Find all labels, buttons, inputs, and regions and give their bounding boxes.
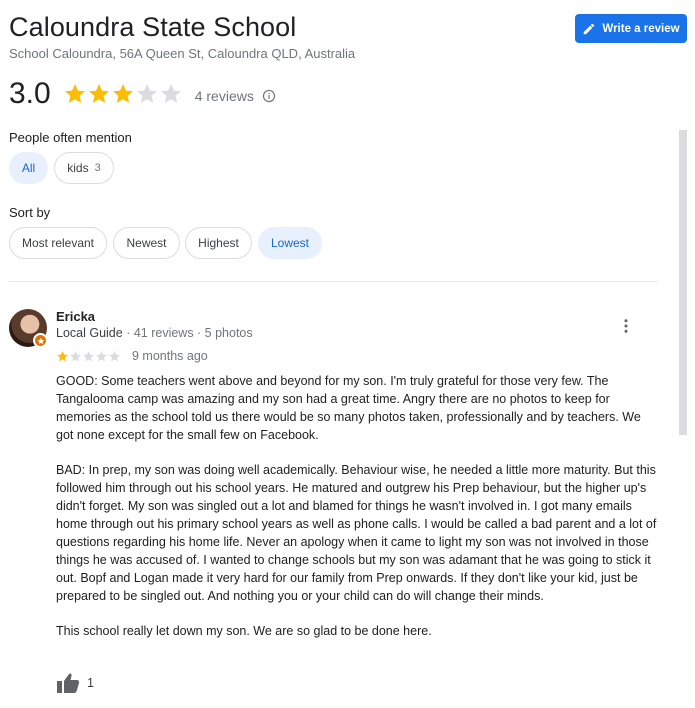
star-filled-icon [112,84,133,103]
place-address: School Caloundra, 56A Queen St, Caloundr… [9,46,356,61]
reviewer-name[interactable]: Ericka [56,309,95,324]
sort-option-label: Lowest [270,236,310,250]
sort-heading: Sort by [9,205,51,220]
star-icon [37,337,44,344]
local-guide-label: Local Guide [56,326,123,340]
star-empty-icon [70,351,81,362]
star-empty-icon [160,84,181,103]
star-empty-icon [136,84,157,103]
write-review-button[interactable]: Write a review [575,14,687,43]
star-filled-icon [64,84,85,103]
rating-average: 3.0 [9,77,51,110]
write-review-label: Write a review [602,22,680,35]
star-empty-icon [109,351,120,362]
mentions-heading: People often mention [9,130,132,145]
local-guide-badge [33,333,48,348]
sort-newest[interactable]: Newest [113,227,180,259]
info-icon[interactable] [262,89,276,103]
star-filled-icon [88,84,109,103]
reviewer-stats: · 41 reviews · 5 photos [122,326,253,340]
mention-chip-label: kids [67,161,89,175]
review-stars [56,350,121,363]
mention-chip-label: All [21,161,36,175]
sort-option-label: Newest [126,236,167,250]
sort-highest[interactable]: Highest [185,227,252,259]
review-paragraph: GOOD: Some teachers went above and beyon… [56,374,641,442]
place-title: Caloundra State School [9,12,297,42]
mention-chip-count: 3 [94,162,101,174]
review-paragraph: BAD: In prep, my son was doing well acad… [56,463,657,603]
review-paragraph: This school really let down my son. We a… [56,624,432,638]
star-filled-icon [57,351,68,362]
scrollbar-thumb[interactable] [679,130,687,435]
sort-option-label: Highest [198,236,239,250]
review-text: GOOD: Some teachers went above and beyon… [56,372,658,657]
thumbs-up-icon[interactable] [56,672,80,694]
reviewer-meta: Local Guide · 41 reviews · 5 photos [56,326,253,340]
pencil-icon [584,23,595,34]
review-time: 9 months ago [132,349,208,363]
mention-chip-all[interactable]: All [9,152,48,184]
like-count: 1 [87,676,94,690]
rating-stars [63,82,183,106]
star-empty-icon [83,351,94,362]
sort-most-relevant[interactable]: Most relevant [9,227,107,259]
sort-option-label: Most relevant [21,236,95,250]
reviews-count: 4 reviews [194,88,254,104]
star-empty-icon [96,351,107,362]
rating-summary: 3.0 4 reviews [9,77,276,111]
divider [9,281,658,282]
more-options-icon[interactable] [617,317,635,335]
sort-lowest[interactable]: Lowest [258,227,322,259]
mention-chip-kids[interactable]: kids 3 [54,152,114,184]
